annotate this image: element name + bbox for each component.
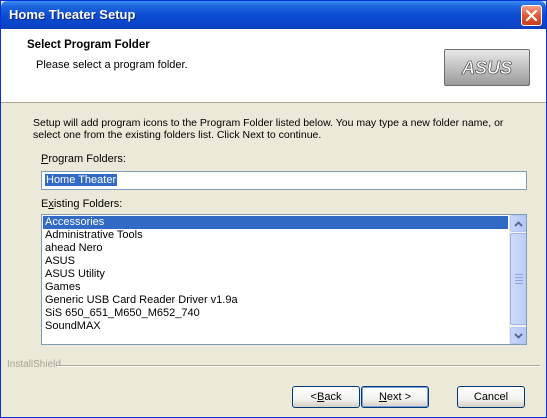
close-icon xyxy=(526,10,537,21)
program-folders-label: Program Folders: xyxy=(41,153,126,165)
vertical-scrollbar[interactable] xyxy=(509,215,526,344)
title-bar[interactable]: Home Theater Setup xyxy=(1,1,546,29)
chevron-down-icon xyxy=(514,332,523,339)
grip-icon xyxy=(515,274,523,286)
chevron-up-icon xyxy=(514,220,523,227)
window-title: Home Theater Setup xyxy=(9,7,136,22)
list-item[interactable]: SiS 650_651_M650_M652_740 xyxy=(43,307,508,320)
back-button[interactable]: < Back xyxy=(292,386,360,408)
asus-logo: ASUS xyxy=(444,49,530,86)
wizard-header: Select Program Folder Please select a pr… xyxy=(1,29,546,103)
cancel-button[interactable]: Cancel xyxy=(457,386,525,408)
list-item[interactable]: Games xyxy=(43,281,508,294)
list-item[interactable]: SoundMAX xyxy=(43,320,508,333)
setup-window: Home Theater Setup Select Program Folder… xyxy=(0,0,547,418)
list-item[interactable]: ASUS xyxy=(43,255,508,268)
list-item[interactable]: Generic USB Card Reader Driver v1.9a xyxy=(43,294,508,307)
close-button[interactable] xyxy=(521,5,542,26)
asus-logo-icon: ASUS xyxy=(461,57,513,78)
scroll-thumb[interactable] xyxy=(510,233,526,325)
existing-folders-label: Existing Folders: xyxy=(41,198,123,210)
list-item[interactable]: ahead Nero xyxy=(43,242,508,255)
header-title: Select Program Folder xyxy=(27,39,150,51)
program-folder-input[interactable]: Home Theater xyxy=(41,171,527,190)
next-button[interactable]: Next > xyxy=(361,386,429,408)
footer-separator xyxy=(57,365,540,367)
logo-text: ASUS xyxy=(461,58,512,78)
scroll-up-button[interactable] xyxy=(510,215,526,232)
list-item[interactable]: Administrative Tools xyxy=(43,229,508,242)
list-item[interactable]: Accessories xyxy=(43,216,508,229)
description-text: Setup will add program icons to the Prog… xyxy=(33,117,504,141)
list-items-container: Accessories Administrative Tools ahead Ner… xyxy=(43,216,508,333)
installshield-brand: InstallShield xyxy=(7,359,61,370)
existing-folders-list[interactable]: Accessories Administrative Tools ahead Ner… xyxy=(41,214,527,345)
header-subtitle: Please select a program folder. xyxy=(36,59,188,71)
program-folder-value: Home Theater xyxy=(45,174,118,186)
scroll-down-button[interactable] xyxy=(510,327,526,344)
list-item[interactable]: ASUS Utility xyxy=(43,268,508,281)
